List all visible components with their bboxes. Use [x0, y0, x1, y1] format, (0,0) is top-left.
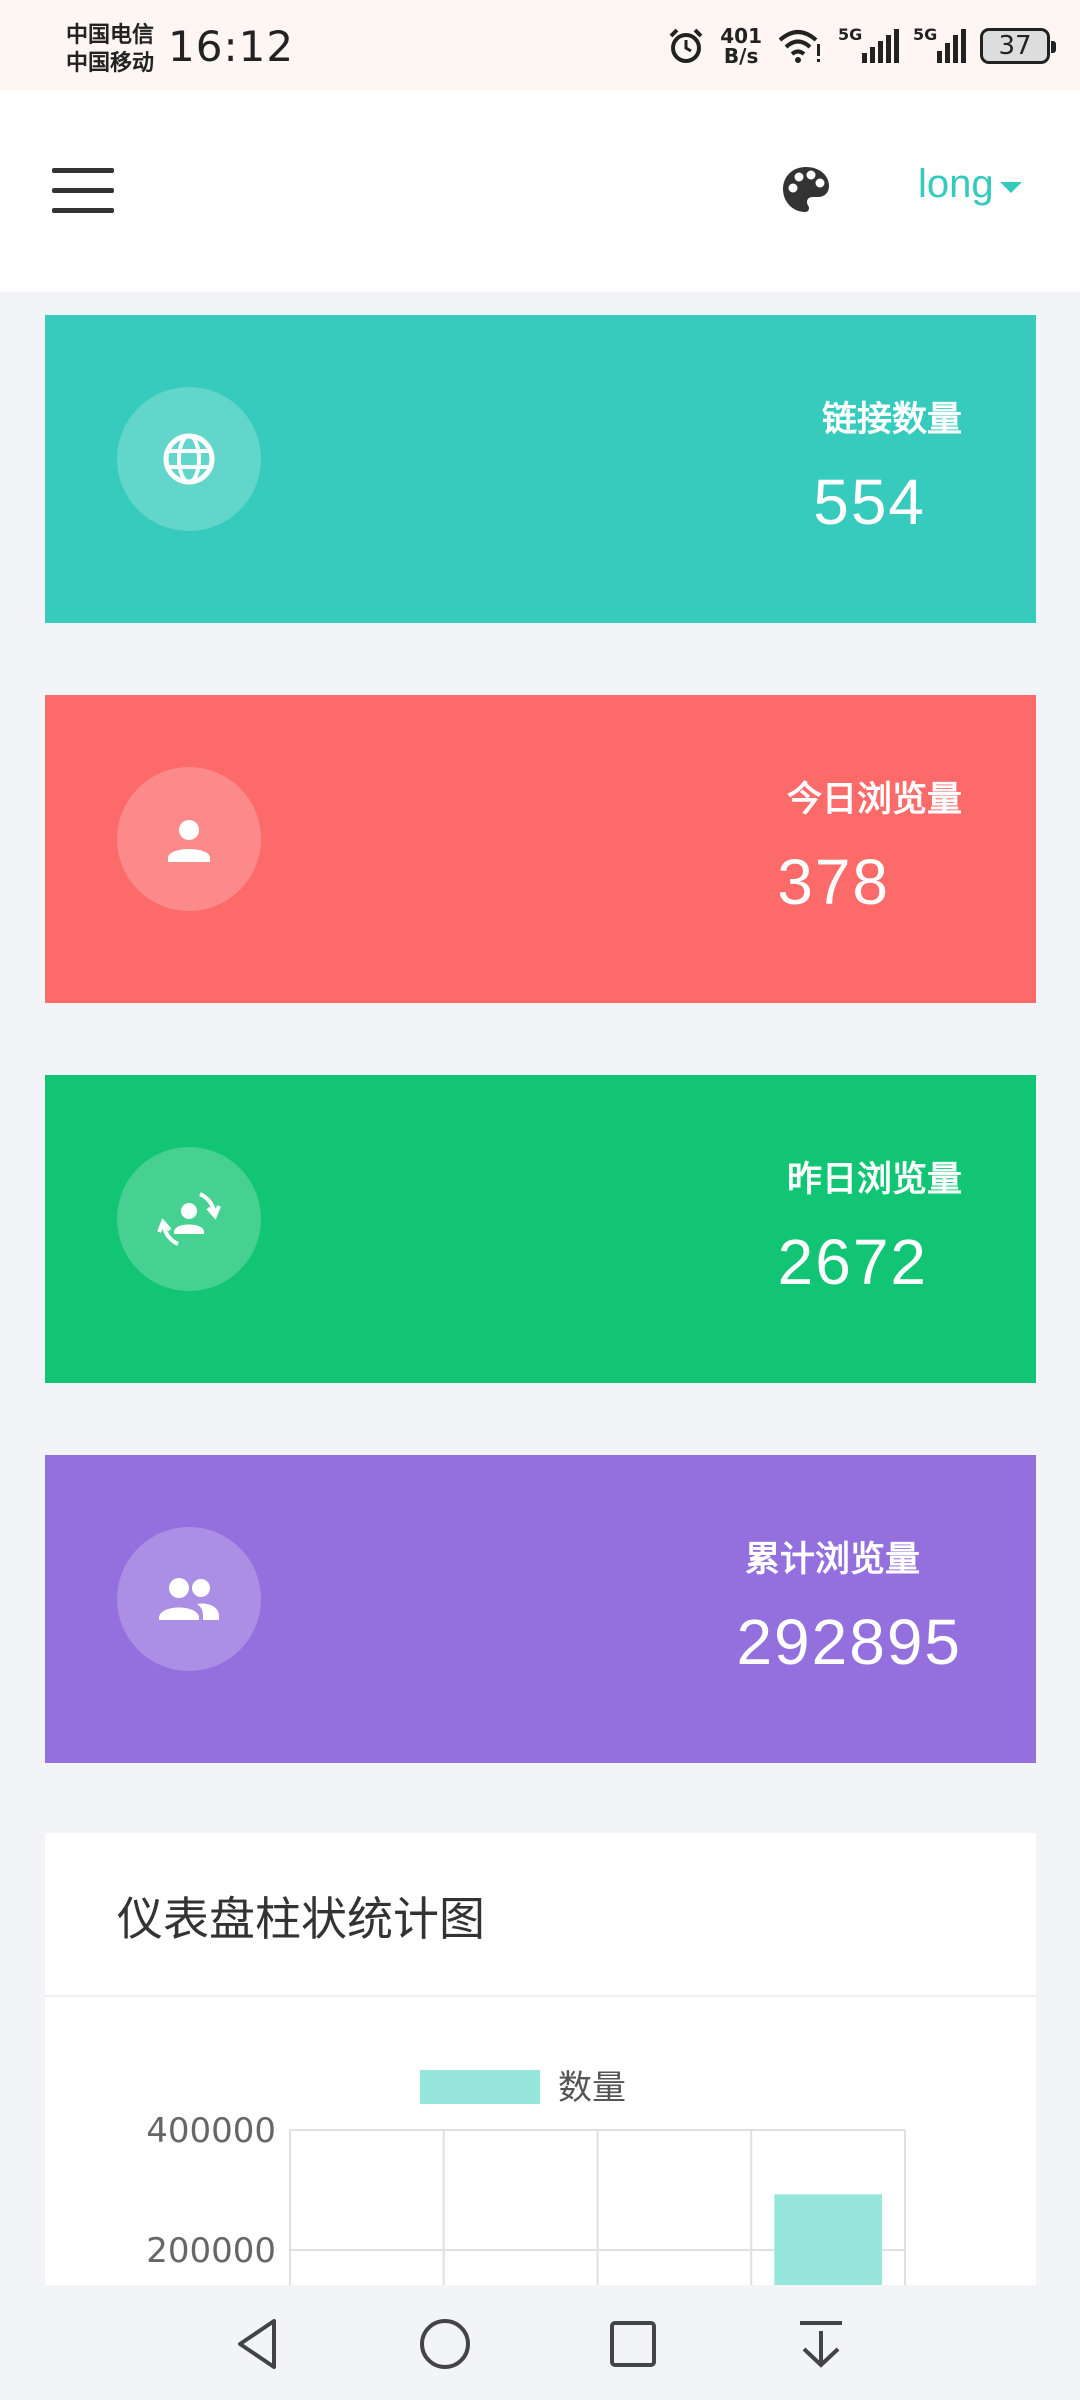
- dropdown-icon[interactable]: [786, 2309, 856, 2379]
- person-sync-icon: [117, 1147, 261, 1291]
- card-value: 292895: [736, 1606, 962, 1678]
- card-yesterday-views[interactable]: 昨日浏览量 2672: [45, 1075, 1036, 1383]
- chart-bar: [774, 2194, 882, 2285]
- caret-down-icon: [999, 182, 1022, 193]
- card-label: 累计浏览量: [744, 1540, 920, 1580]
- battery-icon: 37: [980, 28, 1056, 64]
- carrier-info: 中国电信 中国移动: [66, 22, 154, 78]
- username[interactable]: long: [918, 162, 994, 207]
- signal-1-label: 5G: [838, 25, 863, 44]
- y-tick-label: 200000: [146, 2231, 276, 2271]
- status-icons: 401 B/s 5G 5G 37: [666, 24, 1056, 68]
- carrier-1: 中国电信: [66, 23, 155, 48]
- bar-chart: 数量 400000 200000: [146, 2068, 906, 2285]
- card-link-count[interactable]: 链接数量 554: [45, 315, 1036, 623]
- wifi-icon: [776, 26, 824, 66]
- recents-icon[interactable]: [598, 2309, 668, 2379]
- person-icon: [117, 767, 261, 911]
- home-icon[interactable]: [410, 2309, 480, 2379]
- card-value: 554: [813, 466, 926, 538]
- globe-icon: [117, 387, 261, 531]
- alarm-icon: [666, 26, 706, 66]
- palette-icon[interactable]: [780, 164, 832, 216]
- card-today-views[interactable]: 今日浏览量 378: [45, 695, 1036, 1003]
- card-value: 2672: [777, 1226, 928, 1298]
- user-dropdown[interactable]: long: [918, 162, 1022, 207]
- menu-icon[interactable]: [52, 168, 114, 214]
- signal-1-icon: 5G: [838, 25, 899, 63]
- net-speed-unit: B/s: [723, 44, 759, 68]
- card-total-views[interactable]: 累计浏览量 292895: [45, 1455, 1036, 1763]
- legend-label: 数量: [558, 2068, 626, 2108]
- signal-2-label: 5G: [913, 25, 938, 44]
- net-speed-value: 401: [720, 24, 762, 48]
- signal-2-icon: 5G: [913, 25, 966, 63]
- status-time: 16:12: [168, 22, 295, 71]
- legend-swatch: [420, 2070, 540, 2104]
- card-label: 昨日浏览量: [786, 1160, 962, 1200]
- people-icon: [117, 1527, 261, 1671]
- back-icon[interactable]: [222, 2309, 292, 2379]
- y-axis-ticks: 400000 200000: [146, 2111, 276, 2271]
- card-label: 今日浏览量: [786, 780, 962, 820]
- status-bar: 中国电信 中国移动 16:12 401 B/s 5G 5G 37: [0, 0, 1080, 90]
- card-label: 链接数量: [821, 400, 962, 440]
- y-tick-label: 400000: [146, 2111, 276, 2151]
- system-nav-bar: [0, 2285, 1080, 2400]
- net-speed: 401 B/s: [720, 26, 762, 66]
- top-header: long: [0, 90, 1080, 292]
- card-value: 378: [777, 846, 890, 918]
- battery-level: 37: [998, 31, 1032, 61]
- chart-panel: 仪表盘柱状统计图 数量 400000 200000: [45, 1833, 1036, 2285]
- carrier-2: 中国移动: [66, 51, 155, 76]
- chart-title: 仪表盘柱状统计图: [117, 1892, 485, 1946]
